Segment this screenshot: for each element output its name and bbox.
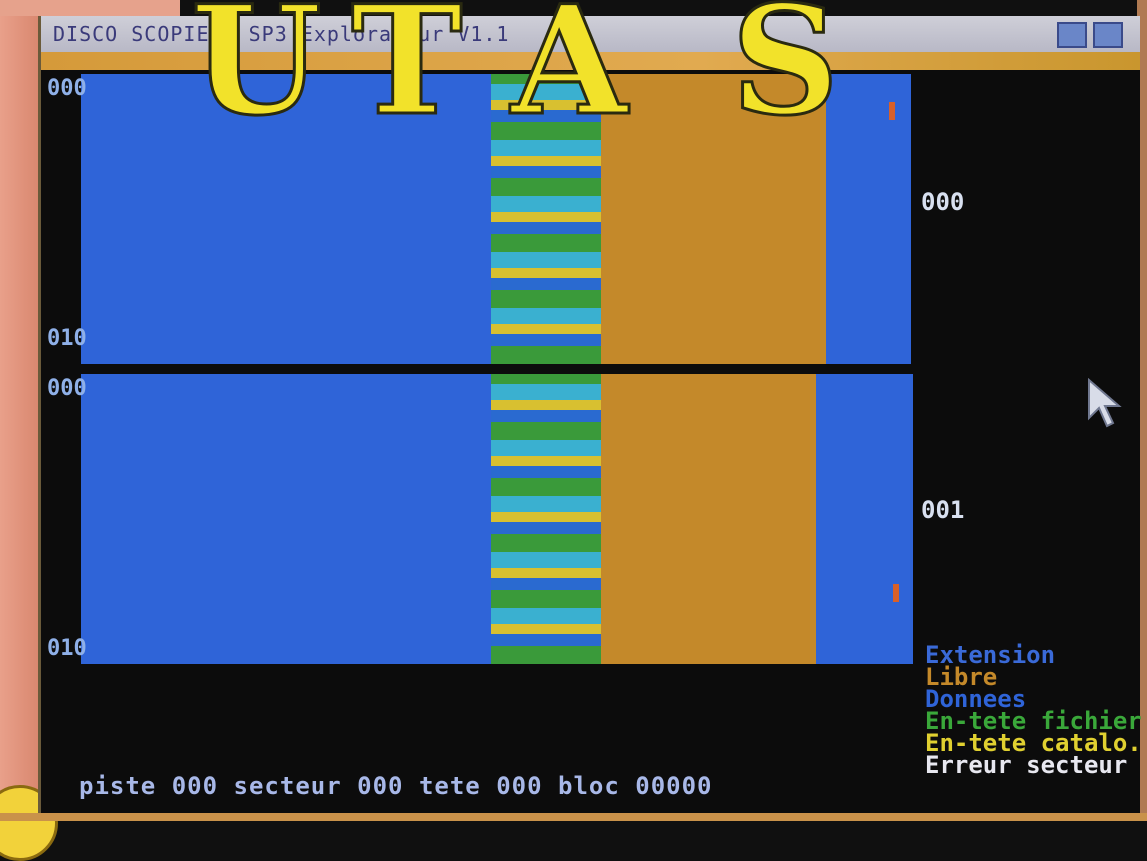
track-start-bottom: 000 (47, 376, 87, 401)
track-end-bottom: 010 (47, 636, 87, 661)
zone-libre (601, 374, 816, 664)
zone-extension (816, 374, 913, 664)
sector-mark (889, 102, 895, 120)
head-0-label: 000 (921, 188, 965, 216)
sector-mark (893, 584, 899, 602)
track-end-top: 010 (47, 326, 87, 351)
magazine-page-top (0, 0, 180, 16)
zone-headers (491, 374, 601, 664)
logo-letter: T (350, 0, 465, 149)
magazine-page-margin (0, 0, 38, 821)
monitor-bezel-bottom (0, 813, 1147, 821)
status-line: piste 000 secteur 000 tete 000 bloc 0000… (79, 772, 713, 800)
legend: Extension Libre Donnees En-tete fichier … (925, 643, 1142, 779)
zone-donnees (81, 374, 491, 664)
disk-map-head-1 (81, 374, 913, 664)
logo-letter: S (729, 0, 840, 149)
mouse-pointer-icon (1088, 378, 1122, 428)
logo-letter: A (509, 0, 628, 149)
logo-letter: U (190, 0, 324, 149)
track-start-top: 000 (47, 76, 87, 101)
piste-label: piste (79, 772, 157, 800)
tete-label: tete (418, 772, 481, 800)
secteur-label: secteur (233, 772, 342, 800)
bloc-label: bloc (558, 772, 620, 800)
piste-value: 000 (171, 772, 219, 800)
legend-erreur-secteur: Erreur secteur (925, 751, 1128, 779)
window-zoom-button[interactable] (1093, 22, 1123, 48)
bloc-value: 00000 (635, 772, 713, 800)
window-depth-button[interactable] (1057, 22, 1087, 48)
secteur-value: 000 (357, 772, 404, 800)
monitor-screen: DISCO SCOPIE - SP3 Explorateur V1.1 000 … (38, 0, 1142, 813)
head-1-label: 001 (921, 496, 965, 524)
tete-value: 000 (496, 772, 543, 800)
